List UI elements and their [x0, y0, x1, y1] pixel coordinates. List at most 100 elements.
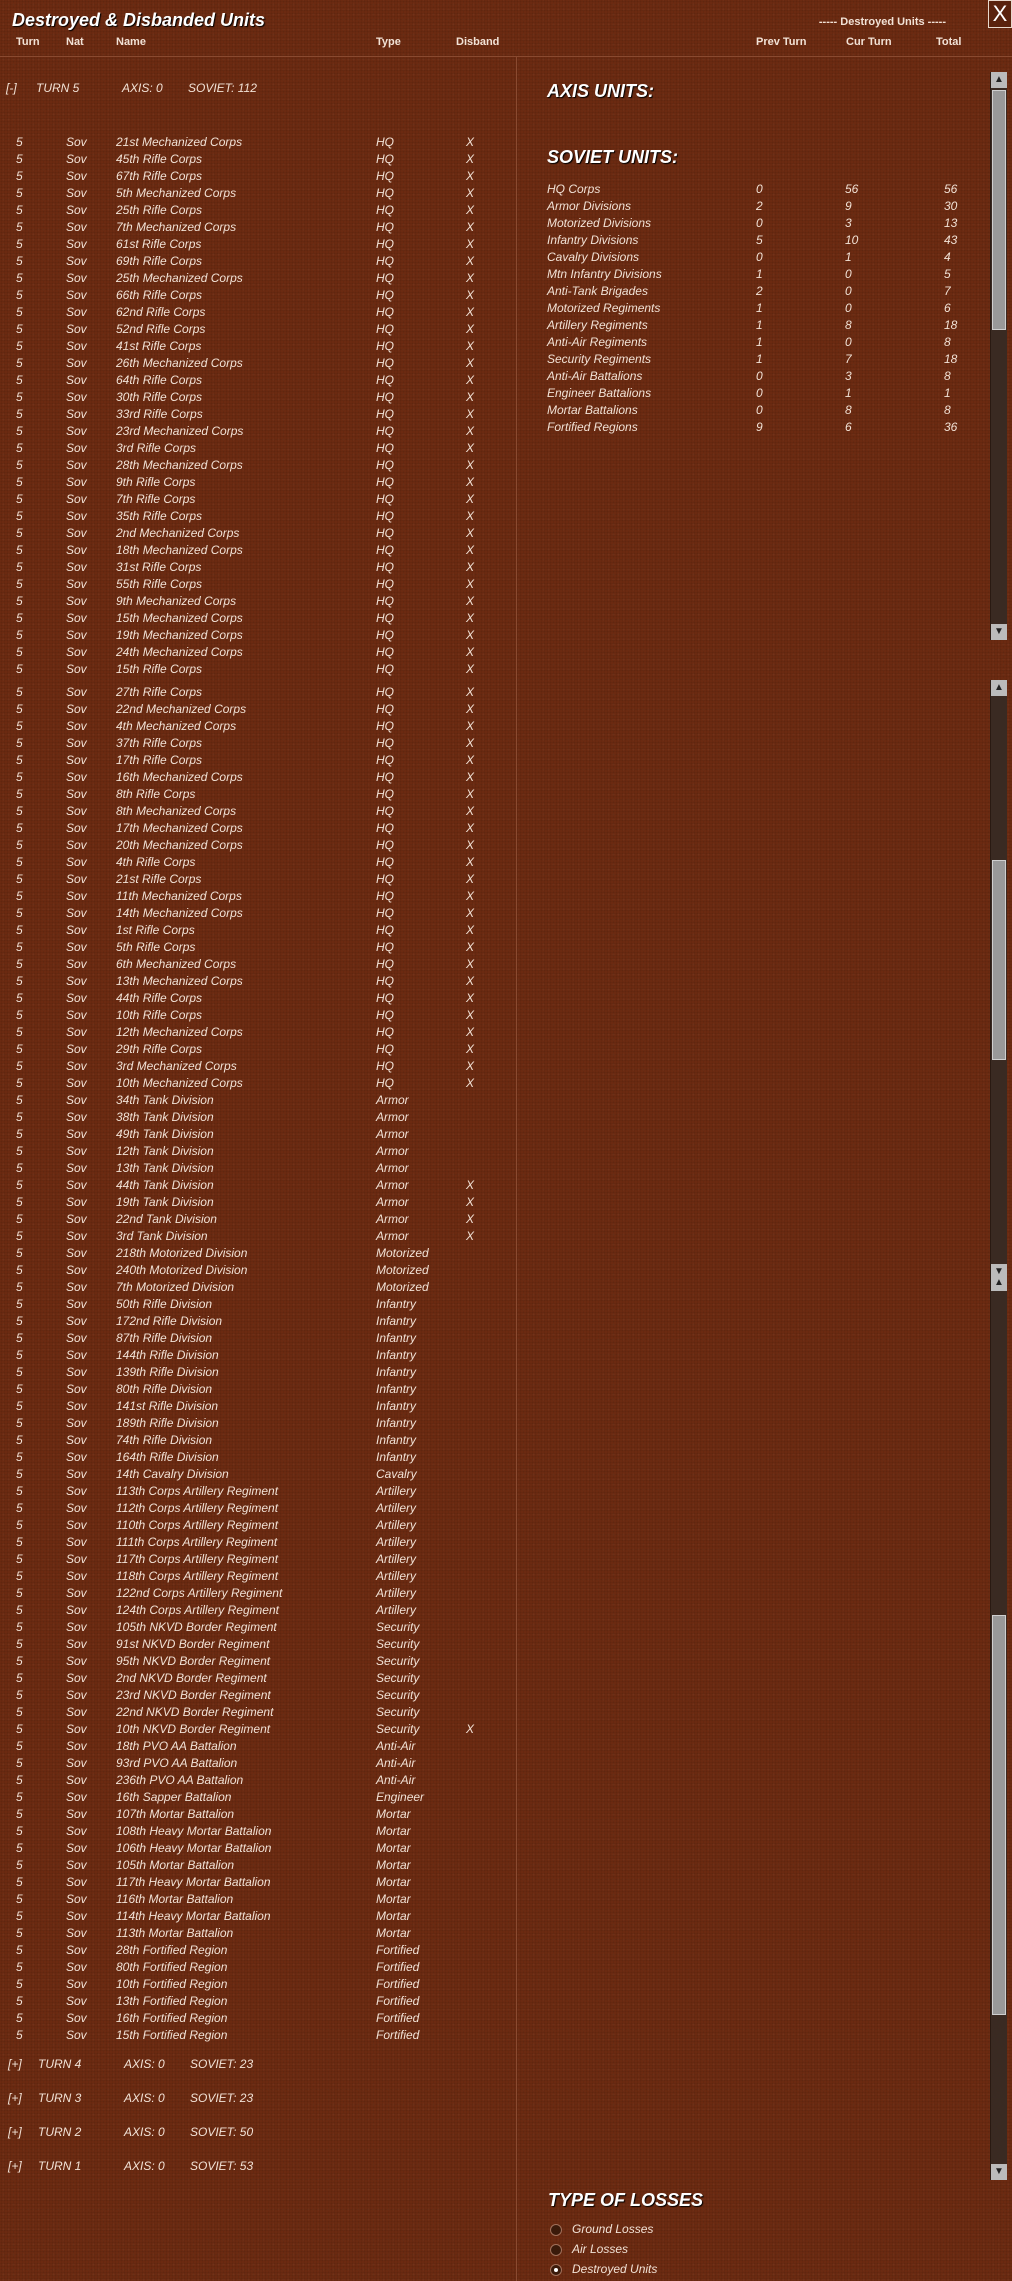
unit-row[interactable]: 5 Sov 33rd Rifle Corps HQ X [0, 407, 516, 424]
unit-row[interactable]: 5 Sov 15th Fortified Region Fortified [0, 2028, 516, 2045]
unit-row[interactable]: 5 Sov 18th Mechanized Corps HQ X [0, 543, 516, 560]
unit-row[interactable]: 5 Sov 240th Motorized Division Motorized [0, 1263, 516, 1280]
unit-row[interactable]: 5 Sov 62nd Rifle Corps HQ X [0, 305, 516, 322]
unit-row[interactable]: 5 Sov 14th Mechanized Corps HQ X [0, 906, 516, 923]
unit-row[interactable]: 5 Sov 91st NKVD Border Regiment Security [0, 1637, 516, 1654]
collapsed-turn-row[interactable]: [+] TURN 1 AXIS: 0 SOVIET: 53 [0, 2159, 516, 2177]
unit-row[interactable]: 5 Sov 164th Rifle Division Infantry [0, 1450, 516, 1467]
middle-scrollbar[interactable]: ▲ ▼ [990, 680, 1007, 1280]
unit-row[interactable]: 5 Sov 1st Rifle Corps HQ X [0, 923, 516, 940]
unit-row[interactable]: 5 Sov 16th Fortified Region Fortified [0, 2011, 516, 2028]
collapsed-turn-row[interactable]: [+] TURN 4 AXIS: 0 SOVIET: 23 [0, 2057, 516, 2075]
loss-option-0[interactable]: Ground Losses [550, 2222, 750, 2240]
radio-icon[interactable] [550, 2244, 562, 2256]
unit-row[interactable]: 5 Sov 35th Rifle Corps HQ X [0, 509, 516, 526]
unit-row[interactable]: 5 Sov 139th Rifle Division Infantry [0, 1365, 516, 1382]
col-header-name[interactable]: Name [116, 36, 146, 48]
unit-row[interactable]: 5 Sov 41st Rifle Corps HQ X [0, 339, 516, 356]
list-scrollbar[interactable]: ▲ ▼ [990, 1275, 1007, 2180]
unit-row[interactable]: 5 Sov 93rd PVO AA Battalion Anti-Air [0, 1756, 516, 1773]
expand-toggle[interactable]: [+] [8, 2125, 22, 2139]
unit-row[interactable]: 5 Sov 10th NKVD Border Regiment Security X [0, 1722, 516, 1739]
unit-row[interactable]: 5 Sov 34th Tank Division Armor [0, 1093, 516, 1110]
unit-row[interactable]: 5 Sov 15th Rifle Corps HQ X [0, 662, 516, 679]
unit-row[interactable]: 5 Sov 23rd Mechanized Corps HQ X [0, 424, 516, 441]
unit-row[interactable]: 5 Sov 218th Motorized Division Motorized [0, 1246, 516, 1263]
unit-row[interactable]: 5 Sov 114th Heavy Mortar Battalion Mortar [0, 1909, 516, 1926]
summary-scroll-thumb[interactable] [992, 90, 1006, 330]
list-scroll-down-icon[interactable]: ▼ [991, 2164, 1007, 2180]
unit-row[interactable]: 5 Sov 20th Mechanized Corps HQ X [0, 838, 516, 855]
close-button[interactable]: X [988, 0, 1012, 28]
unit-row[interactable]: 5 Sov 13th Tank Division Armor [0, 1161, 516, 1178]
unit-row[interactable]: 5 Sov 13th Mechanized Corps HQ X [0, 974, 516, 991]
unit-row[interactable]: 5 Sov 61st Rifle Corps HQ X [0, 237, 516, 254]
unit-row[interactable]: 5 Sov 118th Corps Artillery Regiment Artill… [0, 1569, 516, 1586]
unit-row[interactable]: 5 Sov 80th Rifle Division Infantry [0, 1382, 516, 1399]
unit-row[interactable]: 5 Sov 3rd Rifle Corps HQ X [0, 441, 516, 458]
unit-row[interactable]: 5 Sov 37th Rifle Corps HQ X [0, 736, 516, 753]
unit-row[interactable]: 5 Sov 10th Mechanized Corps HQ X [0, 1076, 516, 1093]
collapsed-turn-row[interactable]: [+] TURN 3 AXIS: 0 SOVIET: 23 [0, 2091, 516, 2109]
unit-row[interactable]: 5 Sov 112th Corps Artillery Regiment Artill… [0, 1501, 516, 1518]
unit-row[interactable]: 5 Sov 44th Tank Division Armor X [0, 1178, 516, 1195]
units-list-pane[interactable]: [-] TURN 5 AXIS: 0 SOVIET: 112 5 Sov 21st … [0, 57, 516, 2281]
unit-row[interactable]: 5 Sov 55th Rifle Corps HQ X [0, 577, 516, 594]
unit-row[interactable]: 5 Sov 111th Corps Artillery Regiment Artill… [0, 1535, 516, 1552]
unit-row[interactable]: 5 Sov 11th Mechanized Corps HQ X [0, 889, 516, 906]
turn-5-header[interactable]: [-] TURN 5 AXIS: 0 SOVIET: 112 [0, 81, 516, 99]
unit-row[interactable]: 5 Sov 17th Mechanized Corps HQ X [0, 821, 516, 838]
unit-row[interactable]: 5 Sov 113th Mortar Battalion Mortar [0, 1926, 516, 1943]
list-scroll-thumb[interactable] [992, 1615, 1006, 2015]
unit-row[interactable]: 5 Sov 38th Tank Division Armor [0, 1110, 516, 1127]
unit-row[interactable]: 5 Sov 29th Rifle Corps HQ X [0, 1042, 516, 1059]
unit-row[interactable]: 5 Sov 52nd Rifle Corps HQ X [0, 322, 516, 339]
unit-row[interactable]: 5 Sov 116th Mortar Battalion Mortar [0, 1892, 516, 1909]
middle-scroll-up-icon[interactable]: ▲ [991, 680, 1007, 696]
summary-scrollbar[interactable]: ▲ ▼ [990, 72, 1007, 640]
unit-row[interactable]: 5 Sov 21st Mechanized Corps HQ X [0, 135, 516, 152]
unit-row[interactable]: 5 Sov 236th PVO AA Battalion Anti-Air [0, 1773, 516, 1790]
unit-row[interactable]: 5 Sov 7th Motorized Division Motorized [0, 1280, 516, 1297]
unit-row[interactable]: 5 Sov 19th Mechanized Corps HQ X [0, 628, 516, 645]
unit-row[interactable]: 5 Sov 87th Rifle Division Infantry [0, 1331, 516, 1348]
unit-row[interactable]: 5 Sov 16th Sapper Battalion Engineer [0, 1790, 516, 1807]
col-header-nat[interactable]: Nat [66, 36, 84, 48]
radio-icon[interactable] [550, 2224, 562, 2236]
collapsed-turn-row[interactable]: [+] TURN 2 AXIS: 0 SOVIET: 50 [0, 2125, 516, 2143]
unit-row[interactable]: 5 Sov 22nd Mechanized Corps HQ X [0, 702, 516, 719]
unit-row[interactable]: 5 Sov 28th Fortified Region Fortified [0, 1943, 516, 1960]
unit-row[interactable]: 5 Sov 69th Rifle Corps HQ X [0, 254, 516, 271]
unit-row[interactable]: 5 Sov 45th Rifle Corps HQ X [0, 152, 516, 169]
unit-row[interactable]: 5 Sov 10th Rifle Corps HQ X [0, 1008, 516, 1025]
list-scroll-up-icon[interactable]: ▲ [991, 1275, 1007, 1291]
unit-row[interactable]: 5 Sov 5th Mechanized Corps HQ X [0, 186, 516, 203]
unit-row[interactable]: 5 Sov 21st Rifle Corps HQ X [0, 872, 516, 889]
unit-row[interactable]: 5 Sov 26th Mechanized Corps HQ X [0, 356, 516, 373]
unit-row[interactable]: 5 Sov 10th Fortified Region Fortified [0, 1977, 516, 1994]
unit-row[interactable]: 5 Sov 44th Rifle Corps HQ X [0, 991, 516, 1008]
unit-row[interactable]: 5 Sov 27th Rifle Corps HQ X [0, 685, 516, 702]
unit-row[interactable]: 5 Sov 67th Rifle Corps HQ X [0, 169, 516, 186]
unit-row[interactable]: 5 Sov 30th Rifle Corps HQ X [0, 390, 516, 407]
middle-scroll-thumb[interactable] [992, 860, 1006, 1060]
unit-row[interactable]: 5 Sov 9th Mechanized Corps HQ X [0, 594, 516, 611]
unit-row[interactable]: 5 Sov 117th Corps Artillery Regiment Artill… [0, 1552, 516, 1569]
unit-row[interactable]: 5 Sov 110th Corps Artillery Regiment Artill… [0, 1518, 516, 1535]
expand-toggle[interactable]: [+] [8, 2159, 22, 2173]
unit-row[interactable]: 5 Sov 3rd Tank Division Armor X [0, 1229, 516, 1246]
unit-row[interactable]: 5 Sov 4th Mechanized Corps HQ X [0, 719, 516, 736]
unit-row[interactable]: 5 Sov 14th Cavalry Division Cavalry [0, 1467, 516, 1484]
unit-row[interactable]: 5 Sov 22nd Tank Division Armor X [0, 1212, 516, 1229]
unit-row[interactable]: 5 Sov 124th Corps Artillery Regiment Artill… [0, 1603, 516, 1620]
unit-row[interactable]: 5 Sov 189th Rifle Division Infantry [0, 1416, 516, 1433]
unit-row[interactable]: 5 Sov 2nd NKVD Border Regiment Security [0, 1671, 516, 1688]
unit-row[interactable]: 5 Sov 9th Rifle Corps HQ X [0, 475, 516, 492]
radio-icon[interactable] [550, 2264, 562, 2276]
unit-row[interactable]: 5 Sov 105th Mortar Battalion Mortar [0, 1858, 516, 1875]
unit-row[interactable]: 5 Sov 106th Heavy Mortar Battalion Mortar [0, 1841, 516, 1858]
loss-option-2[interactable]: Destroyed Units [550, 2262, 750, 2280]
summary-scroll-up-icon[interactable]: ▲ [991, 72, 1007, 88]
unit-row[interactable]: 5 Sov 15th Mechanized Corps HQ X [0, 611, 516, 628]
unit-row[interactable]: 5 Sov 24th Mechanized Corps HQ X [0, 645, 516, 662]
